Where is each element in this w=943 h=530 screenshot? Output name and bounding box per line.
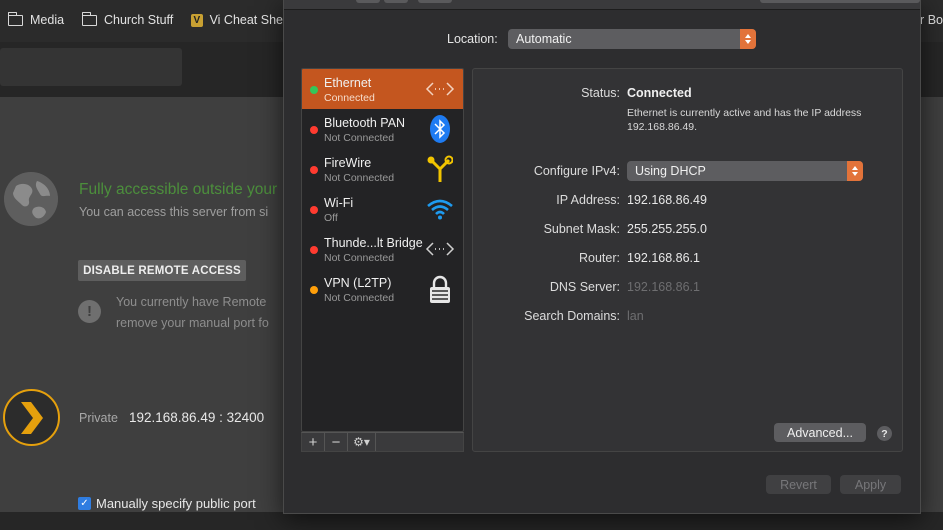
service-status: Connected: [324, 92, 375, 104]
subnet-mask-value: 255.255.255.0: [627, 222, 707, 236]
service-name: Thunde...lt Bridge: [324, 236, 423, 250]
service-item-firewire[interactable]: FireWire Not Connected: [302, 149, 463, 189]
warning-icon: !: [78, 300, 101, 323]
vpn-lock-icon: [425, 274, 455, 304]
private-address-label: Private: [79, 411, 118, 425]
service-item-ethernet[interactable]: Ethernet Connected: [302, 69, 463, 109]
service-item-bluetooth-pan[interactable]: Bluetooth PAN Not Connected: [302, 109, 463, 149]
location-value: Automatic: [516, 32, 572, 46]
status-dot: [310, 126, 318, 134]
plex-logo-icon: [3, 389, 60, 446]
location-popup[interactable]: Automatic: [508, 29, 756, 49]
search-input[interactable]: [0, 48, 182, 86]
page-bottom-bar: [0, 512, 943, 530]
warning-text: You currently have Remote remove your ma…: [116, 292, 284, 334]
gear-menu-button[interactable]: ⚙▾: [348, 433, 376, 451]
private-address-value: 192.168.86.49 : 32400: [129, 410, 265, 425]
service-status: Not Connected: [324, 292, 395, 304]
disable-remote-access-button[interactable]: DISABLE REMOTE ACCESS: [78, 260, 246, 281]
status-dot: [310, 286, 318, 294]
warning-line-1: You currently have Remote: [116, 295, 267, 309]
warning-line-2: remove your manual port fo: [116, 316, 269, 330]
vi-icon: V: [191, 13, 203, 27]
back-button[interactable]: [356, 0, 380, 3]
location-label: Location:: [447, 32, 498, 46]
service-item-vpn-l2tp[interactable]: VPN (L2TP) Not Connected: [302, 269, 463, 309]
advanced-button[interactable]: Advanced...: [774, 423, 866, 442]
status-label: Status:: [581, 86, 620, 100]
connection-detail-pane: Status: Connected Ethernet is currently …: [472, 68, 903, 452]
service-item-wifi[interactable]: Wi-Fi Off: [302, 189, 463, 229]
status-description: Ethernet is currently active and has the…: [627, 107, 862, 133]
service-name: Wi-Fi: [324, 196, 354, 210]
bookmark-label: Media: [30, 13, 65, 27]
service-name: Bluetooth PAN: [324, 116, 406, 130]
bookmark-church-stuff[interactable]: Church Stuff: [81, 11, 174, 27]
bluetooth-icon: [425, 114, 455, 144]
bookmark-label: Vi Cheat She: [209, 13, 283, 27]
remove-service-button[interactable]: −: [325, 433, 348, 451]
manual-port-label: Manually specify public port: [96, 496, 256, 511]
subnet-mask-label: Subnet Mask:: [543, 222, 620, 236]
ip-address-label: IP Address:: [556, 193, 620, 207]
service-status: Not Connected: [324, 172, 395, 184]
checkmark-icon[interactable]: ✓: [78, 497, 91, 510]
add-service-button[interactable]: +: [302, 433, 325, 451]
service-list-toolbar: + − ⚙▾: [301, 432, 464, 452]
service-name: Ethernet: [324, 76, 372, 90]
window-toolbar: [284, 0, 920, 10]
popup-arrows-icon: [740, 29, 756, 49]
folder-icon: [81, 11, 97, 26]
remote-access-status-title: Fully accessible outside your: [79, 181, 278, 198]
remote-access-status-subtitle: You can access this server from si: [79, 205, 269, 219]
dns-server-label: DNS Server:: [549, 280, 620, 294]
search-field[interactable]: [760, 0, 920, 3]
service-status: Not Connected: [324, 132, 395, 144]
service-status: Not Connected: [324, 252, 395, 264]
service-name: FireWire: [324, 156, 372, 170]
ip-address-value: 192.168.86.49: [627, 193, 707, 207]
service-status: Off: [324, 212, 338, 224]
help-button[interactable]: ?: [877, 426, 892, 441]
configure-ipv4-value: Using DHCP: [635, 164, 706, 178]
thunderbolt-bridge-icon: [425, 234, 455, 264]
status-dot: [310, 246, 318, 254]
status-dot: [310, 86, 318, 94]
service-name: VPN (L2TP): [324, 276, 392, 290]
service-item-thunderbolt-bridge[interactable]: Thunde...lt Bridge Not Connected: [302, 229, 463, 269]
search-domains-field[interactable]: lan: [627, 309, 644, 323]
show-all-button[interactable]: [418, 0, 452, 3]
router-label: Router:: [579, 251, 620, 265]
status-dot: [310, 206, 318, 214]
forward-button[interactable]: [384, 0, 408, 3]
dns-server-field[interactable]: 192.168.86.1: [627, 280, 700, 294]
bookmark-media[interactable]: Media: [7, 11, 65, 27]
wifi-icon: [425, 194, 455, 224]
network-preferences-window: Location: Automatic Ethernet Connected B…: [283, 0, 921, 514]
configure-ipv4-popup[interactable]: Using DHCP: [627, 161, 863, 181]
globe-icon: [4, 172, 58, 226]
apply-button[interactable]: Apply: [840, 475, 901, 494]
popup-arrows-icon: [847, 161, 863, 181]
search-domains-label: Search Domains:: [524, 309, 620, 323]
status-dot: [310, 166, 318, 174]
folder-icon: [7, 11, 23, 26]
status-value: Connected: [627, 86, 692, 100]
bookmark-label: Church Stuff: [104, 13, 174, 27]
revert-button[interactable]: Revert: [766, 475, 831, 494]
firewire-icon: [425, 154, 455, 184]
service-list: Ethernet Connected Bluetooth PAN Not Con…: [301, 68, 464, 432]
ethernet-icon: [425, 74, 455, 104]
bookmark-vi-cheat-sheet[interactable]: V Vi Cheat She: [191, 13, 283, 27]
manual-port-checkbox[interactable]: ✓ Manually specify public port: [78, 496, 256, 511]
router-value: 192.168.86.1: [627, 251, 700, 265]
configure-ipv4-label: Configure IPv4:: [533, 164, 620, 178]
